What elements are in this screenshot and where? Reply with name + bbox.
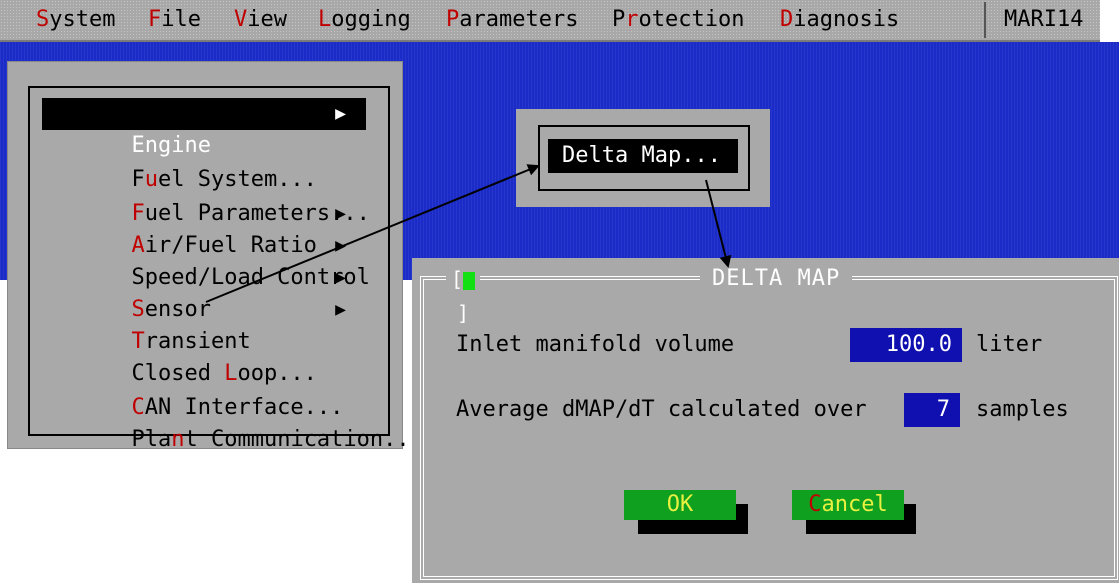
menu-system[interactable]: System: [36, 7, 115, 33]
transient-submenu: Delta Map...: [516, 109, 770, 207]
dialog-frame: [420, 276, 1118, 580]
menu-item-fuel-system[interactable]: Fuel System...: [42, 132, 366, 192]
dropdown-frame: Engine ▶ Fuel System... Fuel Parameters..…: [28, 86, 423, 452]
menu-parameters[interactable]: Parameters: [446, 7, 578, 33]
parameters-dropdown-menu: Engine ▶ Fuel System... Fuel Parameters..…: [8, 62, 423, 452]
submenu-arrow-icon: ▶: [335, 267, 346, 288]
submenu-arrow-icon: ▶: [335, 299, 346, 320]
inlet-manifold-volume-unit: liter: [976, 332, 1043, 357]
ok-button[interactable]: OK: [624, 490, 736, 520]
average-dmap-label: Average dMAP/dT calculated over: [456, 397, 867, 422]
submenu-arrow-icon: ▶: [335, 203, 346, 224]
menu-file[interactable]: File: [148, 7, 201, 33]
menu-item-speed-load-control[interactable]: Speed/Load Control ▶: [42, 230, 369, 290]
dialog-close-button[interactable]: []: [446, 262, 480, 325]
menu-logging[interactable]: Logging: [318, 7, 411, 33]
menu-item-air-fuel-ratio[interactable]: Air/Fuel Ratio ▶: [42, 198, 366, 258]
inlet-manifold-volume-input[interactable]: 100.0: [850, 328, 962, 362]
menu-item-fuel-parameters[interactable]: Fuel Parameters...: [42, 166, 369, 226]
menu-diagnosis[interactable]: Diagnosis: [780, 7, 899, 33]
average-dmap-samples-input[interactable]: 7: [904, 393, 960, 427]
menu-item-engine[interactable]: Engine ▶: [42, 98, 366, 158]
submenu-frame: Delta Map...: [538, 125, 750, 191]
menu-protection[interactable]: Protection: [612, 7, 744, 33]
menu-item-closed-loop[interactable]: Closed Loop...: [42, 326, 366, 386]
inlet-manifold-volume-label: Inlet manifold volume: [456, 332, 735, 357]
average-dmap-unit: samples: [976, 397, 1069, 422]
menu-item-sensor[interactable]: Sensor ▶: [42, 262, 366, 322]
menu-view[interactable]: View: [234, 7, 287, 33]
submenu-arrow-icon: ▶: [335, 103, 346, 124]
menu-item-transient[interactable]: Transient ▶: [42, 294, 366, 354]
submenu-arrow-icon: ▶: [335, 235, 346, 256]
menu-item-delta-map[interactable]: Delta Map...: [548, 139, 738, 173]
menu-item-plant-communication[interactable]: Plant Communication...: [42, 392, 422, 452]
close-box-icon: [463, 271, 476, 290]
menu-item-can-interface[interactable]: CAN Interface...: [42, 360, 366, 420]
cancel-button[interactable]: Cancel: [792, 490, 904, 520]
dialog-title: DELTA MAP: [700, 262, 853, 296]
menu-bar: System File View Logging Parameters Prot…: [0, 0, 1100, 42]
system-name: MARI14: [984, 2, 1100, 38]
